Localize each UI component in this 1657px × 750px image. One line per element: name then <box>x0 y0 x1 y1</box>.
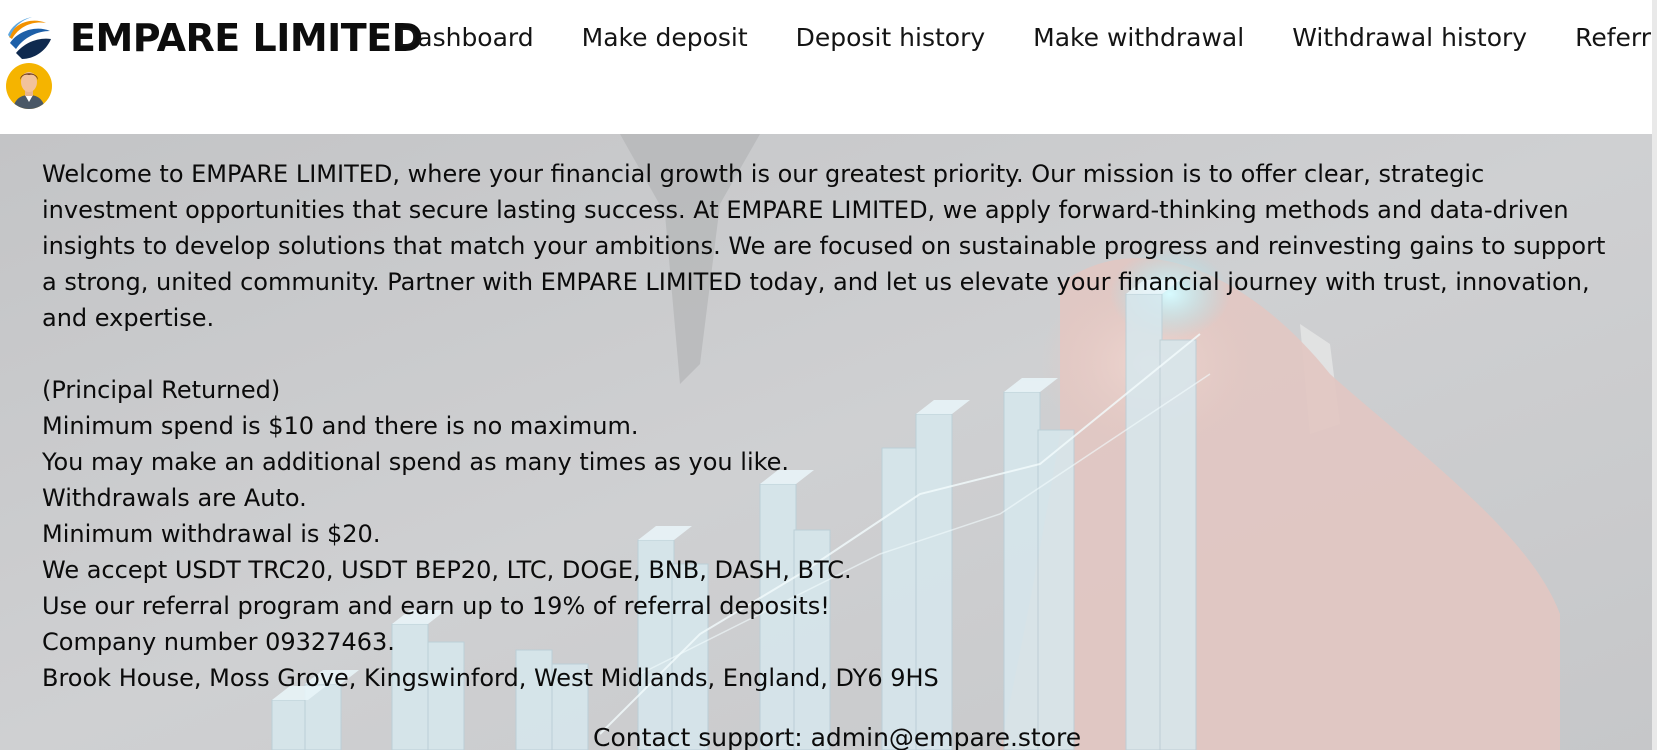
feature-address: Brook House, Moss Grove, Kingswinford, W… <box>42 664 939 692</box>
feature-principal-returned: (Principal Returned) <box>42 376 281 404</box>
feature-company-number: Company number 09327463. <box>42 628 395 656</box>
nav-withdrawal-history[interactable]: Withdrawal history <box>1292 20 1527 56</box>
nav-make-deposit[interactable]: Make deposit <box>582 20 748 56</box>
feature-referral-program: Use our referral program and earn up to … <box>42 592 830 620</box>
brand-name[interactable]: EMPARE LIMITED <box>70 14 423 62</box>
contact-support: Contact support: admin@empare.store <box>593 720 1081 750</box>
feature-accepted-currencies: We accept USDT TRC20, USDT BEP20, LTC, D… <box>42 556 852 584</box>
swoosh-globe-icon[interactable] <box>6 15 52 61</box>
nav-referrals[interactable]: Referrals <box>1575 20 1657 56</box>
support-email-link[interactable]: admin@empare.store <box>811 723 1082 750</box>
features-list: (Principal Returned) Minimum spend is $1… <box>42 372 1622 696</box>
contact-label: Contact support: <box>593 723 803 750</box>
site-header: EMPARE LIMITED Dashboard Make deposit De… <box>0 0 1657 134</box>
nav-deposit-history[interactable]: Deposit history <box>796 20 986 56</box>
user-avatar-icon[interactable] <box>5 62 53 110</box>
main-nav: Dashboard Make deposit Deposit history M… <box>398 20 1657 56</box>
hero-content: Welcome to EMPARE LIMITED, where your fi… <box>42 156 1622 696</box>
nav-dashboard[interactable]: Dashboard <box>398 20 534 56</box>
nav-make-withdrawal[interactable]: Make withdrawal <box>1033 20 1244 56</box>
feature-minimum-withdrawal: Minimum withdrawal is $20. <box>42 520 381 548</box>
feature-additional-spend: You may make an additional spend as many… <box>42 448 790 476</box>
feature-minimum-spend: Minimum spend is $10 and there is no max… <box>42 412 639 440</box>
page-scrollbar[interactable] <box>1652 0 1657 750</box>
feature-auto-withdrawals: Withdrawals are Auto. <box>42 484 307 512</box>
hero-section: Welcome to EMPARE LIMITED, where your fi… <box>0 134 1652 750</box>
intro-paragraph: Welcome to EMPARE LIMITED, where your fi… <box>42 160 1606 332</box>
